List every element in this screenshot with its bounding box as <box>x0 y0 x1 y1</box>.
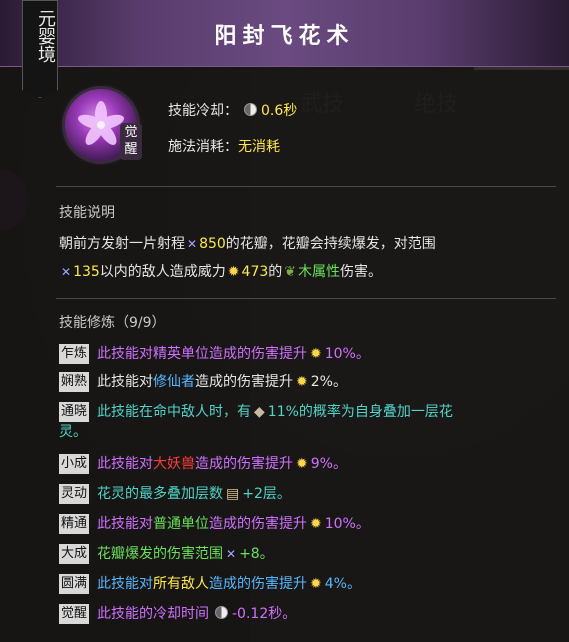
power-icon: ✹ <box>296 374 308 390</box>
training-row: 通晓 此技能在命中敌人时，有 ◆ 11%的概率为自身叠加一层花灵。 <box>59 402 549 454</box>
training-text: 11%的概率为自身叠加一层花 <box>267 404 453 420</box>
training-tag: 精通 <box>59 514 89 534</box>
skill-description: 朝前方发射一片射程 ✕ 850的花瓣，花瓣会持续爆发，对范围 ✕ 135以内的敌人造成… <box>59 230 539 286</box>
training-value: 10%。 <box>324 516 370 532</box>
training-tag: 圆满 <box>59 574 89 594</box>
cooldown-row: 技能冷却： 0.6秒 <box>168 100 297 120</box>
desc-text: 以内的敌人造成威力 <box>99 264 226 280</box>
training-target: 修仙者 <box>153 374 195 390</box>
training-target: 所有敌人 <box>153 576 209 592</box>
training-tag: 乍炼 <box>59 344 89 364</box>
training-value: +8。 <box>239 546 274 562</box>
realm-label: 元婴境 <box>35 9 56 63</box>
skill-title: 阳封飞花术 <box>214 23 355 49</box>
training-tag: 通晓 <box>59 402 89 422</box>
training-text: 此技能的冷却时间 <box>97 606 209 622</box>
training-heading: 技能修炼（9/9） <box>59 315 166 331</box>
training-text: 此技能对 <box>97 374 153 390</box>
range-icon: ✕ <box>187 237 198 251</box>
training-tag: 娴熟 <box>59 372 89 392</box>
training-row: 娴熟 此技能对修仙者造成的伤害提升 ✹ 2%。 <box>59 372 549 402</box>
training-row: 乍炼 此技能对精英单位造成的伤害提升 ✹ 10%。 <box>59 344 549 372</box>
training-text: 花灵的最多叠加层数 <box>97 486 223 502</box>
power-icon: ✹ <box>310 516 322 532</box>
training-row: 精通 此技能对普通单位造成的伤害提升 ✹ 10%。 <box>59 514 549 544</box>
power-value: 473 <box>241 264 269 280</box>
cost-row: 施法消耗：无消耗 <box>168 136 280 156</box>
training-row: 圆满 此技能对所有敌人造成的伤害提升 ✹ 4%。 <box>59 574 549 604</box>
training-target: 普通单位 <box>153 516 209 532</box>
training-row: 大成 花瓣爆发的伤害范围 ✕ +8。 <box>59 544 549 574</box>
desc-text: 朝前方发射一片射程 <box>59 236 185 252</box>
training-text: 造成的伤害提升 <box>195 374 293 390</box>
cooldown-label: 技能冷却： <box>168 103 238 119</box>
clock-icon <box>244 103 257 116</box>
training-target: 大妖兽 <box>153 456 195 472</box>
range-value: 850 <box>199 236 226 252</box>
power-icon: ✹ <box>310 576 322 592</box>
cost-label: 施法消耗： <box>168 139 238 155</box>
training-text: 此技能对 <box>97 456 153 472</box>
description-heading: 技能说明 <box>59 205 115 221</box>
power-icon: ✹ <box>296 456 308 472</box>
cooldown-value: 0.6秒 <box>261 103 298 119</box>
title-bar: 阳封飞花术 <box>0 0 569 67</box>
training-text: 灵。 <box>59 424 87 440</box>
training-value: 2%。 <box>310 374 347 390</box>
training-tag: 觉醒 <box>59 604 89 624</box>
training-value: 4%。 <box>324 576 361 592</box>
training-row: 灵动 花灵的最多叠加层数 ▤ +2层。 <box>59 484 549 514</box>
training-tag: 小成 <box>59 454 89 474</box>
skill-tooltip: 阳封飞花术 元婴境 觉醒 技能冷却： 0.6秒 施法消耗：无消耗 技能说明 朝前方… <box>0 0 569 642</box>
realm-banner: 元婴境 <box>22 0 58 98</box>
training-text: 造成的伤害提升 <box>209 516 307 532</box>
power-icon: ✹ <box>310 346 322 362</box>
clock-icon <box>215 606 228 619</box>
divider <box>56 298 556 299</box>
aoe-value: 135 <box>73 264 100 280</box>
training-text: 此技能在命中敌人时，有 <box>97 404 251 420</box>
training-row: 小成 此技能对大妖兽造成的伤害提升 ✹ 9%。 <box>59 454 549 484</box>
element-value: 木属性 <box>298 264 340 280</box>
training-text: 造成的伤害提升 <box>195 456 293 472</box>
power-icon: ✹ <box>227 264 240 280</box>
training-list: 乍炼 此技能对精英单位造成的伤害提升 ✹ 10%。 娴熟 此技能对修仙者造成的伤害提升 ✹… <box>59 344 549 630</box>
training-value: +2层。 <box>242 486 291 502</box>
training-row: 觉醒 此技能的冷却时间 -0.12秒。 <box>59 604 549 630</box>
desc-text: 伤害。 <box>340 264 382 280</box>
cost-value: 无消耗 <box>238 139 280 155</box>
training-text: 此技能对精英单位造成的伤害提升 <box>97 346 307 362</box>
training-text: 此技能对 <box>97 576 153 592</box>
training-tag: 灵动 <box>59 484 89 504</box>
range-icon: ✕ <box>226 547 237 561</box>
desc-text: 的花瓣，花瓣会持续爆发，对范围 <box>225 236 436 252</box>
awaken-badge: 觉醒 <box>120 123 142 160</box>
stone-icon: ◆ <box>254 404 265 420</box>
training-tag: 大成 <box>59 544 89 564</box>
range-icon: ✕ <box>61 265 72 279</box>
training-value: -0.12秒。 <box>232 606 297 622</box>
training-value: 9%。 <box>310 456 347 472</box>
training-value: 10%。 <box>324 346 370 362</box>
training-text: 造成的伤害提升 <box>209 576 307 592</box>
leaf-icon: ❦ <box>284 264 296 280</box>
scroll-icon: ▤ <box>226 486 240 502</box>
divider <box>56 186 556 187</box>
training-text: 此技能对 <box>97 516 153 532</box>
training-text: 花瓣爆发的伤害范围 <box>97 546 223 562</box>
desc-text: 的 <box>268 264 283 280</box>
